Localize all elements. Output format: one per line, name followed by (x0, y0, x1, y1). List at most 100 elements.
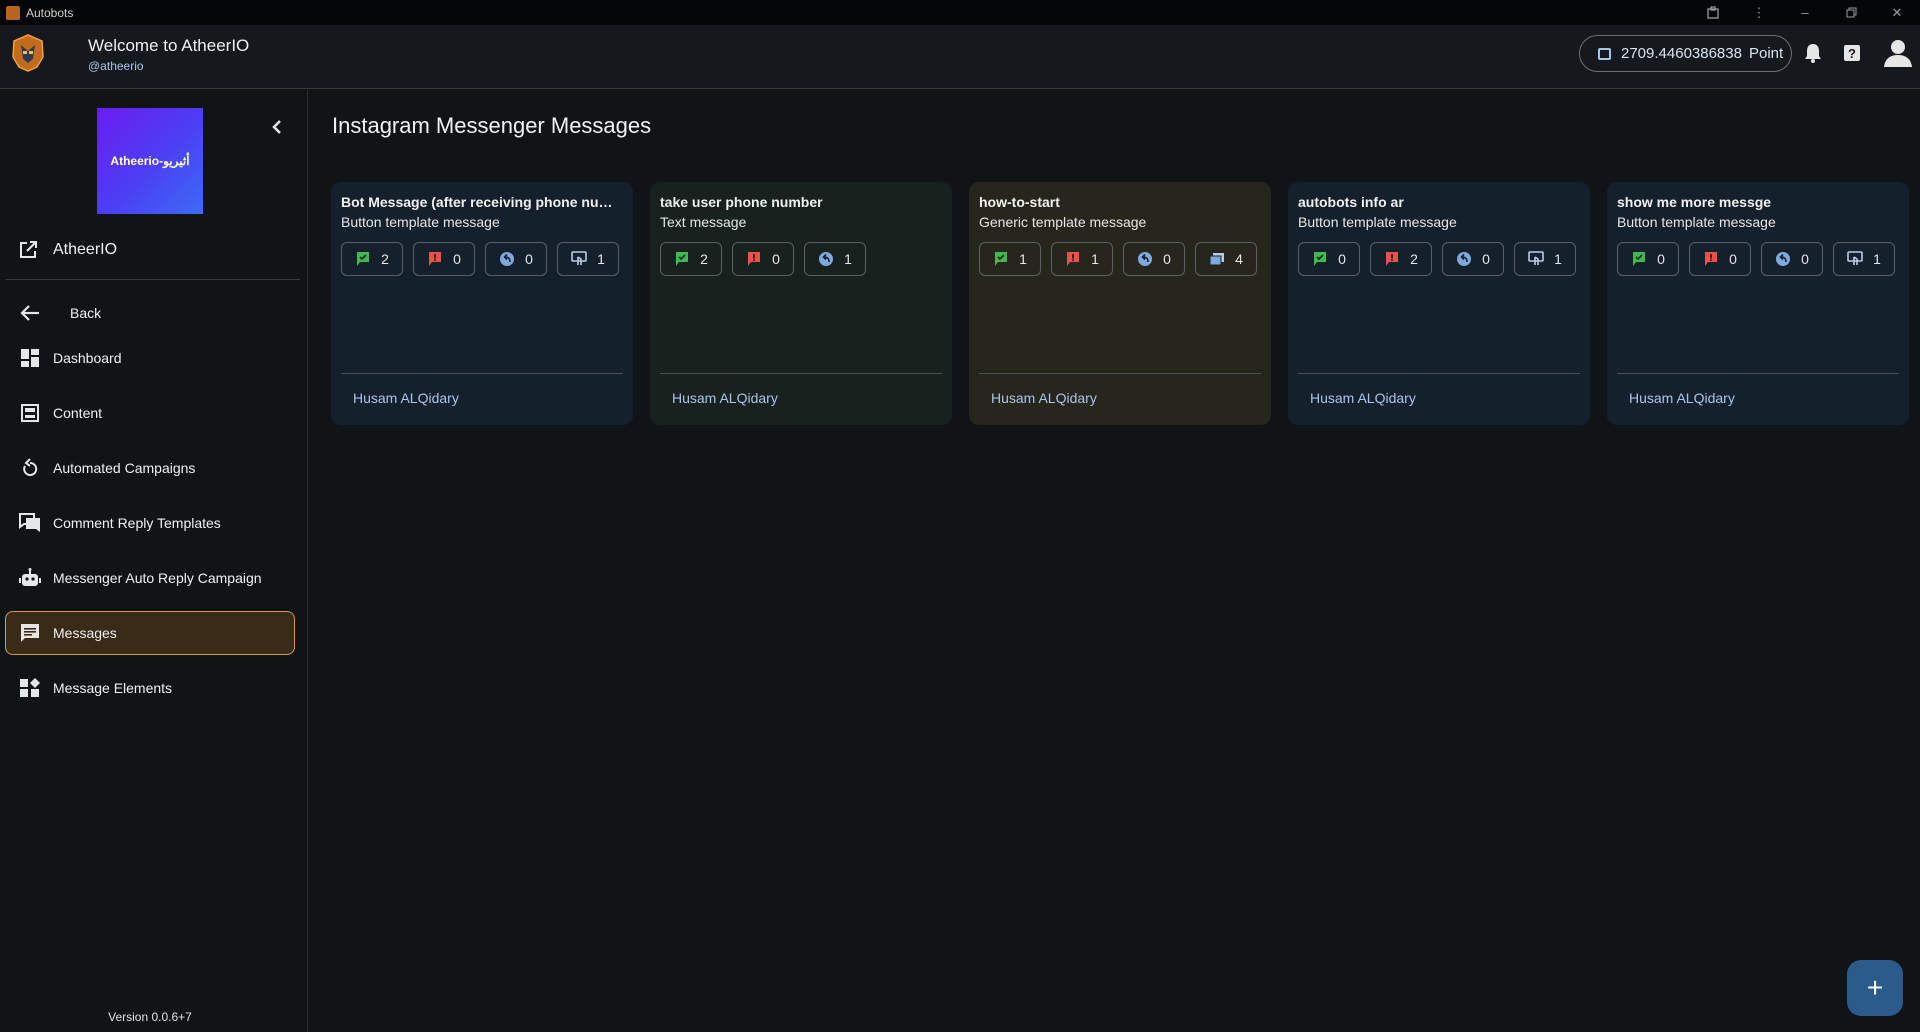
window-title: Autobots (26, 5, 74, 20)
page-title: Instagram Messenger Messages (332, 113, 652, 138)
message-card-name: take user phone number (660, 194, 823, 210)
points-unit: Point (1748, 45, 1784, 62)
flag-green-icon (674, 251, 690, 267)
stat-value: 2 (1410, 251, 1418, 267)
add-message-button[interactable]: + (1847, 960, 1903, 1016)
close-button[interactable]: ✕ (1874, 0, 1920, 25)
stat-chip: 2 (1370, 242, 1432, 276)
organization-link[interactable]: AtheerIO (0, 233, 300, 267)
wallet-icon (1598, 47, 1611, 60)
stat-value: 1 (844, 251, 852, 267)
app-header: Welcome to AtheerIO @atheerio 2709.44603… (0, 25, 1920, 89)
sidebar-item-automated-campaigns[interactable]: Automated Campaigns (5, 446, 295, 490)
tap-icon (1528, 251, 1544, 267)
reply-icon (1137, 251, 1153, 267)
message-card-name: autobots info ar (1298, 194, 1404, 210)
sidebar-item-label: Content (53, 405, 103, 421)
stat-value: 1 (1019, 251, 1027, 267)
flag-green-icon (1312, 251, 1328, 267)
help-icon[interactable]: ? (1839, 40, 1865, 66)
flag-red-icon (427, 251, 443, 267)
message-card-name: show me more messge (1617, 194, 1772, 210)
stat-chip: 0 (1689, 242, 1751, 276)
message-card-author[interactable]: Husam ALQidary (1310, 390, 1416, 406)
stat-value: 1 (1554, 251, 1562, 267)
card-divider (341, 373, 623, 374)
sidebar-item-label: Dashboard (53, 350, 122, 366)
stat-chip: 0 (1298, 242, 1360, 276)
message-card-stats: 0 2 0 1 (1298, 242, 1586, 276)
sidebar-item-messenger-auto-reply-campaign[interactable]: Messenger Auto Reply Campaign (5, 556, 295, 600)
points-value: 2709.4460386838 (1621, 45, 1742, 62)
sidebar-item-label: Automated Campaigns (53, 460, 196, 476)
window-titlebar: Autobots ⋮ – ✕ (0, 0, 1920, 25)
flag-green-icon (1631, 251, 1647, 267)
reply-icon (1456, 251, 1472, 267)
message-card-author[interactable]: Husam ALQidary (353, 390, 459, 406)
message-card[interactable]: autobots info ar Button template message 0… (1288, 182, 1590, 425)
stat-value: 0 (1729, 251, 1737, 267)
cards-icon (1209, 251, 1225, 267)
stat-chip: 2 (341, 242, 403, 276)
stat-value: 0 (1163, 251, 1171, 267)
stat-chip: 0 (1442, 242, 1504, 276)
stat-chip: 4 (1195, 242, 1257, 276)
sidebar-item-messages[interactable]: Messages (5, 611, 295, 655)
sidebar-item-message-elements[interactable]: Message Elements (5, 666, 295, 710)
notifications-bell-icon[interactable] (1800, 40, 1826, 66)
stat-value: 0 (525, 251, 533, 267)
collapse-sidebar-button[interactable] (264, 114, 290, 140)
stat-chip: 1 (804, 242, 866, 276)
message-card-stats: 2001 (341, 242, 629, 276)
stat-value: 2 (381, 251, 389, 267)
organization-name: AtheerIO (53, 241, 118, 258)
autobots-logo-icon[interactable] (9, 33, 47, 73)
stat-value: 1 (1091, 251, 1099, 267)
stat-chip: 0 (1761, 242, 1823, 276)
message-card-type: Button template message (1298, 214, 1457, 230)
more-options-icon[interactable]: ⋮ (1736, 0, 1782, 25)
tap-icon (1847, 251, 1863, 267)
card-divider (979, 373, 1261, 374)
minimize-button[interactable]: – (1782, 0, 1828, 25)
stat-chip: 1 (557, 242, 619, 276)
stat-value: 4 (1235, 251, 1243, 267)
message-card[interactable]: how-to-start Generic template message 1 1 0 4… (969, 182, 1271, 425)
sidebar-item-comment-reply-templates[interactable]: Comment Reply Templates (5, 501, 295, 545)
back-button[interactable]: Back (5, 291, 295, 335)
message-card-author[interactable]: Husam ALQidary (1629, 390, 1735, 406)
flag-red-icon (1065, 251, 1081, 267)
message-card-name: how-to-start (979, 194, 1060, 210)
user-avatar-icon[interactable] (1880, 34, 1916, 70)
message-icon (19, 622, 41, 644)
restore-button[interactable] (1828, 0, 1874, 25)
stat-chip: 2 (660, 242, 722, 276)
app-icon (6, 5, 20, 20)
message-card[interactable]: take user phone number Text message 2 0 1 Hus… (650, 182, 952, 425)
brand-logo: Atheerio-أثيريو (97, 108, 203, 214)
robot-icon (19, 567, 41, 589)
stat-chip: 0 (732, 242, 794, 276)
message-card[interactable]: Bot Message (after receiving phone numb.… (331, 182, 633, 425)
message-card-stats: 2 0 1 (660, 242, 876, 276)
sidebar-item-content[interactable]: Content (5, 391, 295, 435)
message-card-stats: 0 0 0 1 (1617, 242, 1905, 276)
stat-value: 1 (597, 251, 605, 267)
card-divider (660, 373, 942, 374)
tap-icon (571, 251, 587, 267)
dashboard-icon (19, 347, 41, 369)
points-balance-chip[interactable]: 2709.4460386838 Point (1579, 35, 1792, 72)
extensions-icon[interactable] (1690, 0, 1736, 25)
message-card[interactable]: show me more messge Button template messa… (1607, 182, 1909, 425)
chevron-left-icon (272, 120, 281, 134)
sidebar-item-label: Messages (53, 625, 117, 641)
sidebar-divider (6, 279, 300, 280)
flag-red-icon (746, 251, 762, 267)
sidebar-item-dashboard[interactable]: Dashboard (5, 336, 295, 380)
message-card-author[interactable]: Husam ALQidary (672, 390, 778, 406)
message-card-author[interactable]: Husam ALQidary (991, 390, 1097, 406)
stat-chip: 1 (1833, 242, 1895, 276)
message-card-name: Bot Message (after receiving phone numb.… (341, 194, 623, 210)
card-divider (1298, 373, 1580, 374)
stat-chip: 1 (1514, 242, 1576, 276)
